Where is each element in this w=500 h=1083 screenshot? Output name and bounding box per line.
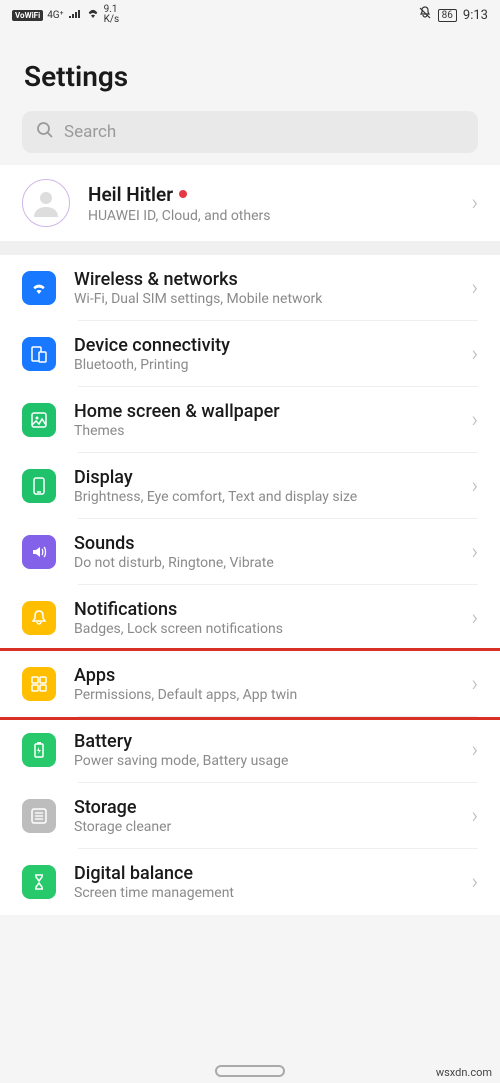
settings-item-storage[interactable]: Storage Storage cleaner › <box>0 783 500 849</box>
chevron-right-icon: › <box>471 738 478 763</box>
item-subtitle: Themes <box>74 423 453 439</box>
device-icon <box>22 337 56 371</box>
chevron-right-icon: › <box>471 606 478 631</box>
search-input[interactable]: Search <box>22 111 478 153</box>
item-title: Sounds <box>74 533 453 554</box>
item-title: Battery <box>74 731 453 752</box>
settings-item-notifications[interactable]: Notifications Badges, Lock screen notifi… <box>0 585 500 651</box>
item-title: Display <box>74 467 453 488</box>
item-subtitle: Brightness, Eye comfort, Text and displa… <box>74 489 453 505</box>
settings-item-device-connectivity[interactable]: Device connectivity Bluetooth, Printing … <box>0 321 500 387</box>
avatar <box>22 179 70 227</box>
hourglass-icon <box>22 865 56 899</box>
item-subtitle: Screen time management <box>74 885 453 901</box>
page-title: Settings <box>24 60 476 93</box>
battery-indicator: 86 <box>438 9 457 22</box>
account-row[interactable]: Heil Hitler HUAWEI ID, Cloud, and others… <box>0 165 500 241</box>
section-gap <box>0 241 500 255</box>
vowifi-badge: VoWiFi <box>12 10 43 21</box>
account-name: Heil Hitler <box>88 183 187 206</box>
item-subtitle: Wi-Fi, Dual SIM settings, Mobile network <box>74 291 453 307</box>
settings-item-apps[interactable]: Apps Permissions, Default apps, App twin… <box>0 648 500 720</box>
storage-icon <box>22 799 56 833</box>
item-title: Digital balance <box>74 863 453 884</box>
home-indicator[interactable] <box>215 1065 285 1077</box>
item-title: Device connectivity <box>74 335 453 356</box>
account-subtitle: HUAWEI ID, Cloud, and others <box>88 208 453 224</box>
status-bar: VoWiFi 4G⁺ 9.1K/s 86 9:13 <box>0 0 500 30</box>
bell-icon <box>22 601 56 635</box>
sound-icon <box>22 535 56 569</box>
notification-dot-icon <box>179 190 187 198</box>
settings-item-home-screen[interactable]: Home screen & wallpaper Themes › <box>0 387 500 453</box>
item-subtitle: Bluetooth, Printing <box>74 357 453 373</box>
clock: 9:13 <box>463 8 488 23</box>
chevron-right-icon: › <box>471 342 478 367</box>
chevron-right-icon: › <box>471 474 478 499</box>
battery-icon <box>22 733 56 767</box>
item-title: Storage <box>74 797 453 818</box>
watermark: wsxdn.com <box>436 1066 492 1079</box>
wifi-icon <box>22 271 56 305</box>
item-title: Wireless & networks <box>74 269 453 290</box>
item-title: Apps <box>74 665 453 686</box>
netgen-label: 4G⁺ <box>47 10 63 21</box>
image-icon <box>22 403 56 437</box>
chevron-right-icon: › <box>471 672 478 697</box>
item-title: Notifications <box>74 599 453 620</box>
settings-item-digital-balance[interactable]: Digital balance Screen time management › <box>0 849 500 915</box>
item-subtitle: Do not disturb, Ringtone, Vibrate <box>74 555 453 571</box>
page-header: Settings <box>0 30 500 111</box>
display-icon <box>22 469 56 503</box>
settings-item-sounds[interactable]: Sounds Do not disturb, Ringtone, Vibrate… <box>0 519 500 585</box>
settings-item-wireless[interactable]: Wireless & networks Wi-Fi, Dual SIM sett… <box>0 255 500 321</box>
item-subtitle: Badges, Lock screen notifications <box>74 621 453 637</box>
apps-icon <box>22 667 56 701</box>
settings-item-battery[interactable]: Battery Power saving mode, Battery usage… <box>0 717 500 783</box>
chevron-right-icon: › <box>471 804 478 829</box>
signal-icon <box>68 8 82 23</box>
net-speed: 9.1K/s <box>104 5 120 25</box>
item-subtitle: Power saving mode, Battery usage <box>74 753 453 769</box>
item-subtitle: Storage cleaner <box>74 819 453 835</box>
chevron-right-icon: › <box>471 276 478 301</box>
item-title: Home screen & wallpaper <box>74 401 453 422</box>
chevron-right-icon: › <box>471 870 478 895</box>
item-subtitle: Permissions, Default apps, App twin <box>74 687 453 703</box>
chevron-right-icon: › <box>471 408 478 433</box>
chevron-right-icon: › <box>471 191 478 216</box>
search-icon <box>36 121 54 144</box>
dnd-icon <box>418 6 432 24</box>
settings-list: Wireless & networks Wi-Fi, Dual SIM sett… <box>0 255 500 915</box>
settings-item-display[interactable]: Display Brightness, Eye comfort, Text an… <box>0 453 500 519</box>
chevron-right-icon: › <box>471 540 478 565</box>
wifi-status-icon <box>86 8 100 23</box>
search-placeholder: Search <box>64 122 116 142</box>
